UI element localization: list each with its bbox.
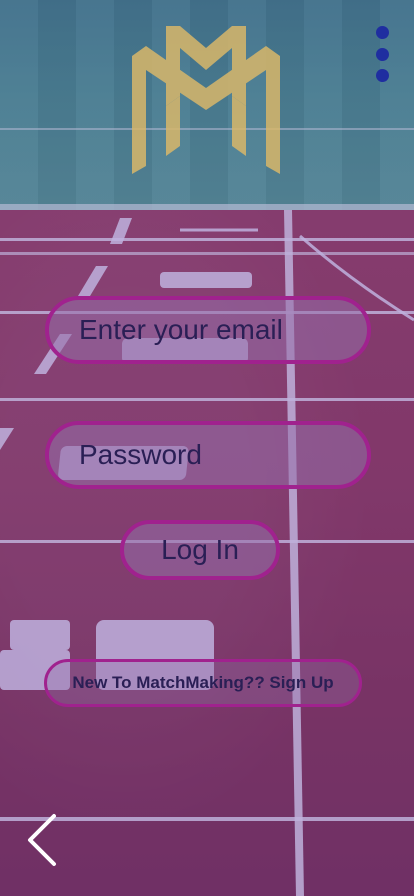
password-field[interactable]: [45, 421, 371, 489]
chevron-left-icon[interactable]: [24, 812, 64, 868]
menu-dot: [375, 69, 389, 82]
email-field[interactable]: [45, 296, 371, 364]
login-screen: Log In New To MatchMaking?? Sign Up: [0, 0, 414, 896]
menu-dot: [375, 26, 389, 39]
login-button[interactable]: Log In: [120, 520, 280, 580]
password-input[interactable]: [49, 425, 367, 485]
more-options-button[interactable]: [370, 24, 394, 84]
mm-logo: [132, 26, 280, 174]
menu-dot: [375, 47, 389, 61]
email-input[interactable]: [49, 300, 367, 360]
signup-button[interactable]: New To MatchMaking?? Sign Up: [44, 659, 362, 707]
